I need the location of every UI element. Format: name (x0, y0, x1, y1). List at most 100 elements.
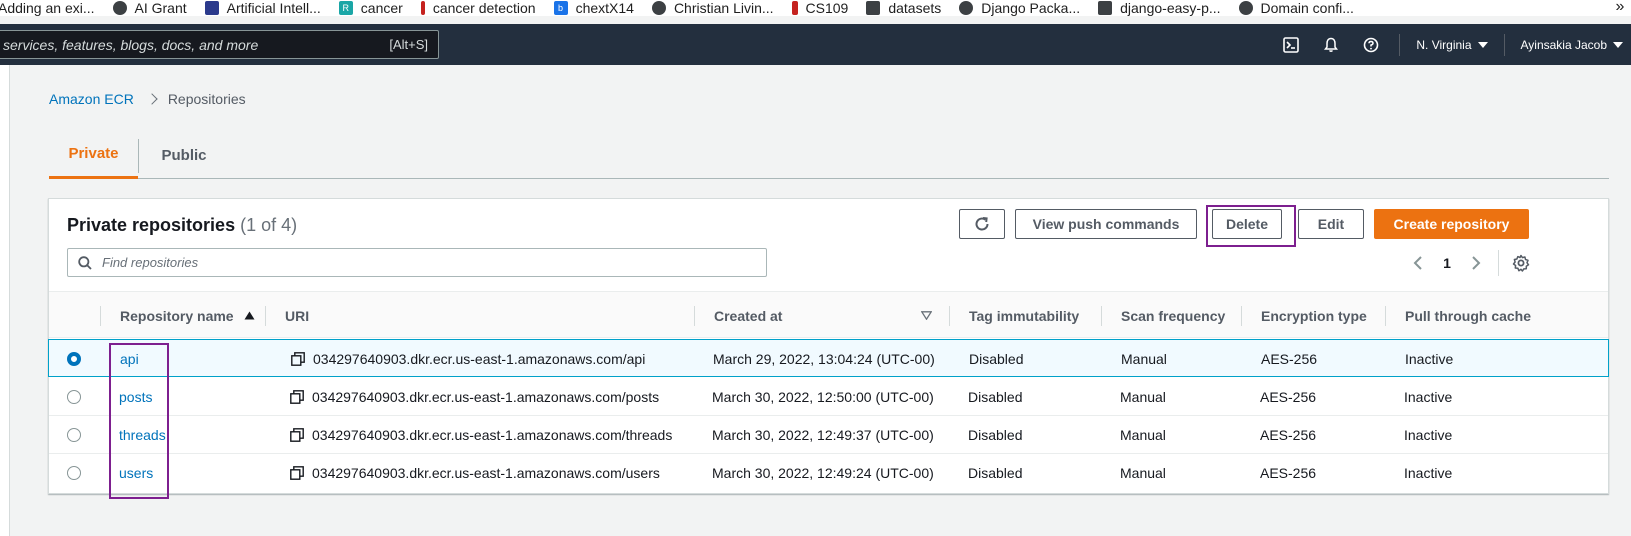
view-push-commands-button[interactable]: View push commands (1015, 209, 1197, 239)
radio-selected[interactable] (67, 352, 81, 366)
radio-unselected[interactable] (67, 428, 81, 442)
bookmark-8[interactable]: datasets (848, 0, 941, 16)
stanford-logo-icon (791, 1, 798, 15)
help-icon[interactable] (1351, 24, 1391, 65)
panel-title: Private repositories (1 of 4) (67, 215, 297, 236)
account-menu[interactable]: Ayinsakia Jacob (1513, 38, 1631, 52)
encryption-type: AES-256 (1260, 389, 1317, 405)
bookmark-11[interactable]: Domain confi... (1221, 0, 1354, 16)
region-selector[interactable]: N. Virginia (1408, 38, 1495, 52)
breadcrumb-current: Repositories (167, 91, 246, 107)
table-preferences-button[interactable] (1507, 249, 1535, 277)
uri-text: 034297640903.dkr.ecr.us-east-1.amazonaws… (313, 351, 646, 367)
copy-icon[interactable] (291, 352, 305, 366)
column-divider (694, 306, 695, 326)
tag-immutability: Disabled (969, 351, 1024, 367)
chevron-right-icon (146, 93, 158, 105)
bookmark-label: Christian Livin... (673, 0, 774, 16)
column-header-scan-frequency[interactable]: Scan frequency (1121, 292, 1225, 339)
bookmark-5[interactable]: b chextX14 (536, 0, 634, 16)
encryption-type: AES-256 (1261, 351, 1318, 367)
bookmark-6[interactable]: Christian Livin... (634, 0, 774, 16)
bookmark-4[interactable]: cancer detection (403, 0, 536, 16)
column-header-uri[interactable]: URI (285, 292, 309, 339)
table-row[interactable]: api 034297640903.dkr.ecr.us-east-1.amazo… (48, 339, 1609, 377)
column-header-pull-through-cache[interactable]: Pull through cache (1405, 292, 1531, 339)
breadcrumb: Amazon ECR Repositories (49, 91, 246, 107)
r-logo-icon: R (338, 1, 353, 15)
global-search-input[interactable] (3, 36, 363, 53)
region-label: N. Virginia (1416, 37, 1472, 52)
row-select-radio[interactable] (67, 378, 81, 416)
column-header-created-at[interactable]: Created at (714, 292, 782, 339)
table-header: Repository name URI Created at Tag immut… (49, 291, 1608, 338)
copy-icon[interactable] (290, 390, 304, 404)
bookmarks-overflow-button[interactable]: » (1609, 0, 1631, 16)
scan-frequency: Manual (1121, 351, 1167, 367)
tab-public[interactable]: Public (139, 131, 229, 179)
visibility-tabs: Private Public (49, 131, 1609, 179)
create-repository-button[interactable]: Create repository (1374, 209, 1529, 239)
bookmark-1[interactable]: AI Grant (95, 0, 187, 16)
find-repositories-input[interactable] (102, 255, 742, 270)
nav-right-group: N. Virginia Ayinsakia Jacob (1271, 24, 1631, 65)
bookmark-label: chextX14 (575, 0, 634, 16)
repository-uri: 034297640903.dkr.ecr.us-east-1.amazonaws… (291, 340, 645, 378)
refresh-button[interactable] (959, 209, 1005, 239)
row-select-radio[interactable] (67, 454, 81, 492)
search-icon (78, 255, 92, 270)
caret-down-icon (1477, 41, 1488, 48)
bookmark-page-icon (420, 1, 425, 15)
search-shortcut-hint: [Alt+S] (389, 37, 428, 52)
table-row[interactable]: users 034297640903.dkr.ecr.us-east-1.ama… (49, 454, 1608, 492)
page-number[interactable]: 1 (1432, 255, 1462, 271)
box-logo-icon: b (553, 1, 568, 15)
pagination: 1 (1404, 249, 1535, 277)
bookmark-7[interactable]: CS109 (774, 0, 848, 16)
next-page-button[interactable] (1462, 249, 1490, 277)
pager-divider (1498, 250, 1499, 276)
bookmark-2[interactable]: Artificial Intell... (187, 0, 321, 16)
bookmark-9[interactable]: Django Packa... (941, 0, 1080, 16)
side-nav-collapsed[interactable] (0, 65, 10, 536)
bookmark-label: datasets (888, 0, 942, 16)
bookmark-label: Domain confi... (1260, 0, 1354, 16)
radio-unselected[interactable] (67, 390, 81, 404)
column-header-encryption-type[interactable]: Encryption type (1261, 292, 1367, 339)
row-select-radio[interactable] (67, 340, 81, 378)
column-header-tag-immutability[interactable]: Tag immutability (969, 292, 1079, 339)
bookmark-10[interactable]: django-easy-p... (1080, 0, 1221, 16)
uri-text: 034297640903.dkr.ecr.us-east-1.amazonaws… (312, 427, 673, 443)
bookmark-label: cancer detection (432, 0, 536, 16)
previous-page-button[interactable] (1404, 249, 1432, 277)
bookmark-3[interactable]: Rcancer (321, 0, 403, 16)
column-divider (1101, 306, 1102, 326)
table-row[interactable]: threads 034297640903.dkr.ecr.us-east-1.a… (49, 416, 1608, 454)
bookmark-label: Artificial Intell... (226, 0, 321, 16)
pull-through-cache: Inactive (1404, 427, 1453, 443)
bookmark-0[interactable]: Adding an exi... (0, 0, 95, 16)
radio-unselected[interactable] (67, 466, 81, 480)
row-select-radio[interactable] (67, 416, 81, 454)
annotation-highlight-delete (1206, 205, 1296, 247)
bookmark-page-icon (866, 1, 881, 15)
table-row[interactable]: posts 034297640903.dkr.ecr.us-east-1.ama… (49, 378, 1608, 416)
tag-immutability: Disabled (968, 427, 1023, 443)
column-divider (100, 306, 101, 326)
notifications-bell-icon[interactable] (1311, 24, 1351, 65)
tab-private[interactable]: Private (49, 131, 138, 179)
global-search[interactable]: [Alt+S] (0, 30, 439, 59)
copy-icon[interactable] (290, 428, 304, 442)
column-header-repository-name[interactable]: Repository name (120, 292, 255, 339)
column-divider (265, 306, 266, 326)
find-repositories-field[interactable] (67, 248, 767, 277)
breadcrumb-link-ecr[interactable]: Amazon ECR (49, 91, 134, 107)
cloudshell-icon[interactable] (1271, 24, 1311, 65)
globe-icon (112, 1, 127, 15)
edit-button[interactable]: Edit (1298, 209, 1364, 239)
bookmark-label: Adding an exi... (0, 0, 95, 16)
tag-immutability: Disabled (968, 465, 1023, 481)
copy-icon[interactable] (290, 466, 304, 480)
gear-icon (1512, 254, 1530, 272)
repository-uri: 034297640903.dkr.ecr.us-east-1.amazonaws… (290, 454, 660, 492)
